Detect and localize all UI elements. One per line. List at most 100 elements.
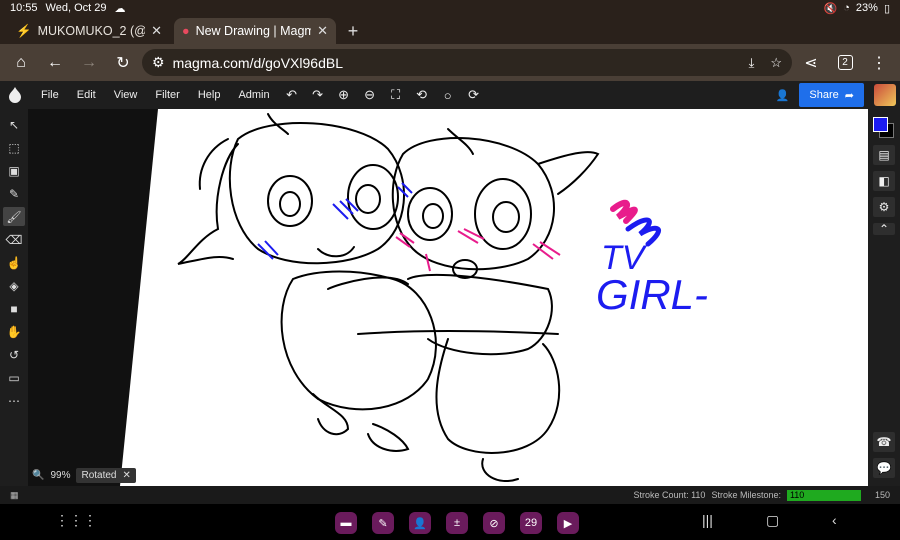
redo-icon[interactable]: ↷ [305,82,331,108]
home-nav-icon[interactable]: ▢ [766,512,779,529]
recents-icon[interactable]: ||| [702,512,713,528]
reset-view-icon[interactable]: ○ [435,82,461,108]
left-toolbar: ↖ ⬚ ▣ ✎ 🖌 ⌫ ☝ ◈ ■ ✋ ↺ ▭ ⋯ [0,109,28,486]
app-menubar: File Edit View Filter Help Admin ↶ ↷ ⊕ ⊖… [0,81,900,109]
tab-switcher-button[interactable]: 2 [830,48,860,78]
system-status-bar: 10:55 Wed, Oct 29 ☁ 🔇 ◔ 23% ▯ [0,0,900,16]
zoom-level[interactable]: 99% [50,470,70,481]
share-label: Share [809,89,839,101]
fill-tool-icon[interactable]: ◈ [3,276,25,295]
right-toolbar: ▤ ◧ ⚙ ⌃ ☎ 💬 [868,109,900,486]
tab-title: New Drawing | Magm [195,24,312,38]
address-bar-row: ⌂ ← → ↻ ⚙ magma.com/d/goVXl96dBL ⤓ ☆ ⋖ 2… [0,44,900,81]
site-settings-icon[interactable]: ⚙ [152,54,165,71]
rotated-label: Rotated [81,470,117,481]
stroke-milestone-target: 150 [874,490,890,500]
app-status-line: ▦ Stroke Count: 110 Stroke Milestone: 11… [0,486,900,504]
browser-menu-icon[interactable]: ⋮ [864,48,894,78]
drawing-canvas[interactable]: TV GIRL- [28,109,868,486]
reset-rotation-icon[interactable]: ✕ [123,470,131,481]
selection-tool-icon[interactable]: ⬚ [3,138,25,157]
menu-admin[interactable]: Admin [229,89,278,101]
wifi-icon: ◔ [843,2,850,14]
hand-tool-icon[interactable]: ✋ [3,322,25,341]
url-field[interactable]: ⚙ magma.com/d/goVXl96dBL ⤓ ☆ [142,49,792,76]
rotate-view-tool-icon[interactable]: ↺ [3,345,25,364]
brush-tool-icon[interactable]: 🖌 [3,207,25,226]
stroke-count: Stroke Count: 110 [633,490,706,500]
transform-tool-icon[interactable]: ▣ [3,161,25,180]
stroke-milestone-label: Stroke Milestone: [711,490,781,500]
notes-app-icon[interactable]: ✎ [372,512,394,534]
mute-icon: 🔇 [823,2,838,15]
brush-panel-icon[interactable]: ▤ [873,145,895,165]
flip-view-icon[interactable]: ⟳ [461,82,487,108]
browser-app-icon[interactable]: ⊘ [483,512,505,534]
canvas-workspace[interactable]: TV GIRL- [28,109,868,486]
install-icon[interactable]: ⤓ [749,55,755,71]
zoom-out-icon[interactable]: ⊖ [357,82,383,108]
zoom-info: 🔍 99% Rotated ✕ [32,468,136,483]
shape-tool-icon[interactable]: ■ [3,299,25,318]
files-app-icon[interactable]: ▬ [335,512,357,534]
cloud-icon: ☁ [114,2,126,15]
eraser-tool-icon[interactable]: ⌫ [3,230,25,249]
contacts-app-icon[interactable]: 👤 [409,512,431,534]
tab-mukomuko[interactable]: ⚡ MUKOMUKO_2 (@MU ✕ [8,18,170,44]
url-text: magma.com/d/goVXl96dBL [172,54,343,71]
add-user-icon[interactable]: 👤 [776,89,790,102]
favicon-icon: ⚡ [16,23,32,38]
clock: 10:55 [10,2,38,14]
dock-apps: ▬ ✎ 👤 ± ⊘ 29 ▶ [335,512,579,534]
more-tools-icon[interactable]: ⋯ [3,391,25,410]
menu-file[interactable]: File [32,89,68,101]
youtube-app-icon[interactable]: ▶ [557,512,579,534]
share-arrow-icon: ➦ [844,89,854,102]
layers-icon[interactable]: ◧ [873,171,895,191]
browser-tab-strip: ⚡ MUKOMUKO_2 (@MU ✕ ● New Drawing | Magm… [0,16,900,44]
eyedropper-tool-icon[interactable]: ✎ [3,184,25,203]
primary-color[interactable] [873,117,888,132]
tab-close-icon[interactable]: ✕ [317,23,328,39]
tab-new-drawing[interactable]: ● New Drawing | Magm ✕ [174,18,336,44]
move-tool-icon[interactable]: ↖ [3,115,25,134]
zoom-icon: 🔍 [32,470,45,481]
date: Wed, Oct 29 [45,2,107,14]
share-button[interactable]: Share ➦ [799,83,864,107]
undo-icon[interactable]: ↶ [279,82,305,108]
avatar[interactable] [874,84,896,106]
comment-tool-icon[interactable]: ▭ [3,368,25,387]
calculator-app-icon[interactable]: ± [446,512,468,534]
settings-icon[interactable]: ⚙ [873,197,895,217]
forward-button[interactable]: → [74,48,104,78]
voice-call-icon[interactable]: ☎ [873,432,895,452]
paper-sheet [120,109,868,486]
fit-screen-icon[interactable]: ⛶ [383,82,409,108]
battery-icon: ▯ [883,2,890,15]
bookmark-icon[interactable]: ☆ [770,55,782,71]
film-icon[interactable]: ▦ [10,490,19,501]
back-button[interactable]: ← [40,48,70,78]
zoom-in-icon[interactable]: ⊕ [331,82,357,108]
tab-close-icon[interactable]: ✕ [151,23,162,39]
menu-view[interactable]: View [105,89,147,101]
app-drawer-icon[interactable]: ⋮⋮⋮ [55,512,97,529]
chat-icon[interactable]: 💬 [873,458,895,478]
drawing-text-girl: GIRL- [596,271,708,318]
share-icon[interactable]: ⋖ [796,48,826,78]
tab-title: MUKOMUKO_2 (@MU [37,24,146,38]
collapse-panel-icon[interactable]: ⌃ [873,222,895,236]
menu-help[interactable]: Help [189,89,230,101]
menu-filter[interactable]: Filter [146,89,188,101]
calendar-app-icon[interactable]: 29 [520,512,542,534]
new-tab-button[interactable]: + [340,18,366,44]
back-nav-icon[interactable]: ‹ [832,512,837,528]
menu-edit[interactable]: Edit [68,89,105,101]
rotate-icon[interactable]: ⟲ [409,82,435,108]
magma-logo-icon [9,87,21,103]
color-swatch[interactable] [873,117,895,139]
home-button[interactable]: ⌂ [6,48,36,78]
rotated-badge[interactable]: Rotated ✕ [76,468,136,483]
smudge-tool-icon[interactable]: ☝ [3,253,25,272]
reload-button[interactable]: ↻ [108,48,138,78]
